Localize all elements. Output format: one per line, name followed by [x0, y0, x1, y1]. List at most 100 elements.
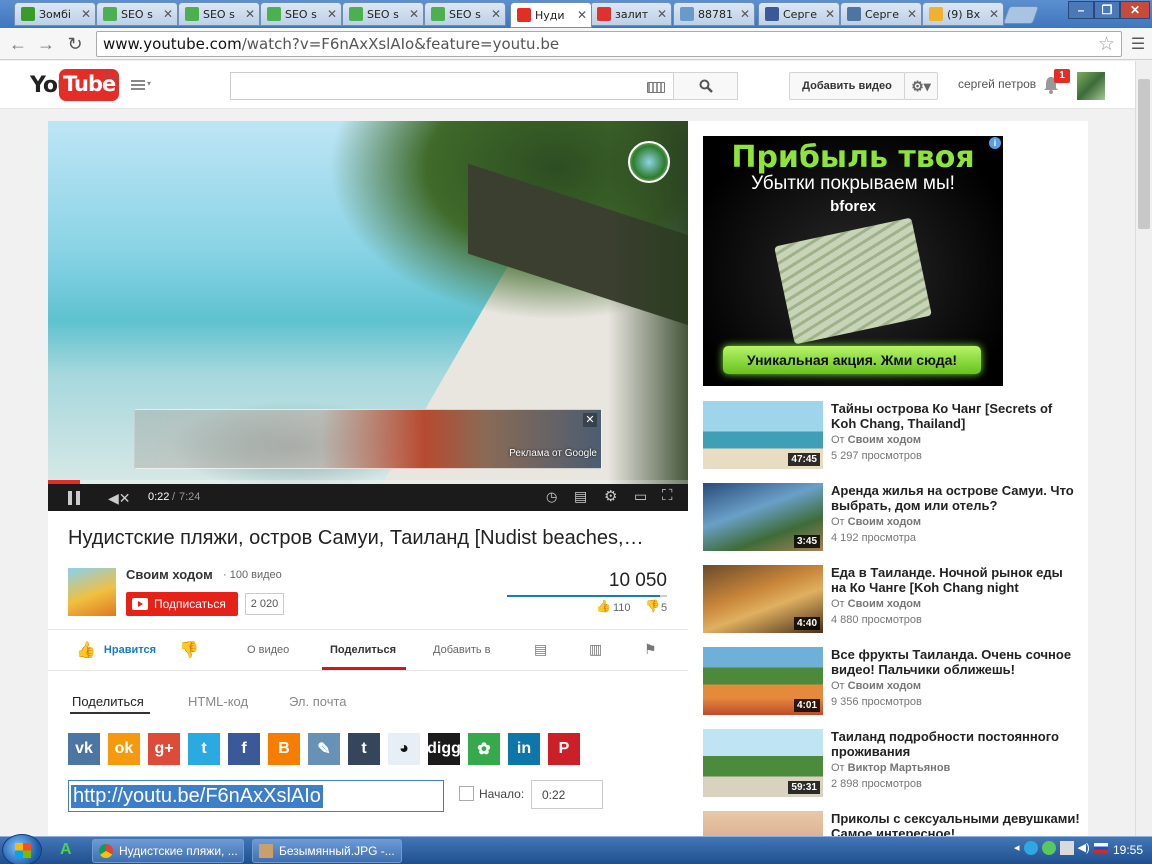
tab-close-icon[interactable]: ✕ [657, 7, 667, 21]
browser-tab[interactable]: залит ✕ [590, 2, 672, 26]
share-twitter-icon[interactable]: t [188, 733, 220, 765]
video-thumbnail[interactable]: 4:40 [703, 565, 823, 633]
subscribe-button[interactable]: Подписаться [126, 592, 238, 616]
related-video-item[interactable]: 47:45 Тайны острова Ко Чанг [Secrets of K… [703, 401, 1083, 469]
browser-tab[interactable]: Серге ✕ [840, 2, 922, 26]
thumbs-down-icon[interactable]: 👎 [179, 640, 199, 660]
channel-avatar[interactable] [68, 568, 116, 616]
tab-close-icon[interactable]: ✕ [81, 7, 91, 21]
transcript-icon[interactable]: ▤ [534, 641, 547, 658]
video-thumbnail[interactable]: 3:45 [703, 483, 823, 551]
page-scrollbar[interactable] [1135, 61, 1152, 836]
share-subtab-share[interactable]: Поделиться [72, 694, 144, 709]
tab-close-icon[interactable]: ✕ [409, 7, 419, 21]
share-url[interactable]: http://youtu.be/F6nAxXslAIo [71, 784, 323, 808]
taskbar-item-chrome[interactable]: Нудистские пляжи, ... [92, 839, 244, 863]
guide-menu-icon[interactable] [131, 80, 145, 90]
related-video-title[interactable]: Таиланд подробности постоянного проживан… [831, 729, 1081, 759]
browser-tab[interactable]: Зомбі ✕ [14, 2, 96, 26]
upload-button[interactable]: Добавить видео [789, 72, 905, 100]
related-channel-name[interactable]: Своим ходом [848, 680, 921, 692]
tray-app-icon[interactable] [1041, 841, 1056, 855]
forward-button[interactable]: → [34, 33, 58, 55]
user-name[interactable]: сергей петров [958, 77, 1036, 91]
watch-later-icon[interactable]: ◷ [546, 489, 557, 505]
taskbar-item-paint[interactable]: Безымянный.JPG -... [252, 839, 402, 863]
share-blogger-icon[interactable]: B [268, 733, 300, 765]
share-mixi-icon[interactable]: ✿ [468, 733, 500, 765]
share-odnoklassniki-icon[interactable]: ok [108, 733, 140, 765]
tab-add-to[interactable]: Добавить в [433, 644, 491, 656]
channel-video-count[interactable]: · 100 видео [223, 569, 282, 581]
gear-icon[interactable]: ⚙ [604, 487, 617, 505]
browser-tab[interactable]: SEO s ✕ [178, 2, 260, 26]
browser-tab[interactable]: 88781 ✕ [673, 2, 755, 26]
captions-icon[interactable]: ▤ [574, 488, 587, 505]
network-icon[interactable] [1059, 841, 1074, 855]
share-livejournal-icon[interactable]: ✎ [308, 733, 340, 765]
channel-watermark[interactable] [628, 141, 670, 183]
mute-button[interactable]: ◀✕ [108, 490, 131, 507]
tab-close-icon[interactable]: ✕ [491, 7, 501, 21]
minimize-button[interactable]: – [1068, 1, 1094, 19]
related-video-title[interactable]: Все фрукты Таиланда. Очень сочное видео!… [831, 647, 1081, 677]
tab-close-icon[interactable]: ✕ [327, 7, 337, 21]
tray-arrow-icon[interactable]: ◂ [1014, 841, 1020, 861]
tab-close-icon[interactable]: ✕ [163, 7, 173, 21]
avatar[interactable] [1077, 72, 1105, 100]
share-digg-icon[interactable]: digg [427, 733, 461, 765]
share-url-field[interactable]: http://youtu.be/F6nAxXslAIo [68, 780, 444, 812]
related-channel-name[interactable]: Своим ходом [848, 516, 921, 528]
start-button[interactable] [2, 834, 42, 864]
related-video-title[interactable]: Еда в Таиланде. Ночной рынок еды на Ко Ч… [831, 565, 1081, 595]
dislike-count-icon[interactable]: 👎 [645, 599, 660, 613]
browser-tab[interactable]: SEO s ✕ [260, 2, 342, 26]
new-tab-button[interactable] [1002, 6, 1040, 24]
fullscreen-icon[interactable]: ⛶ [662, 487, 673, 504]
tab-close-icon[interactable]: ✕ [577, 8, 587, 22]
share-tumblr-icon[interactable]: t [348, 733, 380, 765]
back-button[interactable]: ← [6, 33, 30, 55]
share-pinterest-icon[interactable]: P [548, 733, 580, 765]
tab-share[interactable]: Поделиться [330, 644, 396, 656]
flag-icon[interactable]: ⚑ [644, 641, 657, 658]
share-google-plus-icon[interactable]: g+ [148, 733, 180, 765]
tab-about[interactable]: О видео [247, 644, 289, 656]
pause-button[interactable] [68, 491, 82, 505]
tray-app-icon[interactable] [1023, 841, 1038, 855]
ad-banner[interactable]: i Прибыль твоя Убытки покрываем мы! bfor… [703, 136, 1003, 386]
share-linkedin-icon[interactable]: in [508, 733, 540, 765]
related-channel-name[interactable]: Своим ходом [848, 598, 921, 610]
browser-tab[interactable]: Серге ✕ [758, 2, 840, 26]
overlay-close-icon[interactable]: ✕ [583, 413, 597, 427]
video-thumbnail[interactable]: 59:31 [703, 729, 823, 797]
maximize-button[interactable]: ❐ [1094, 1, 1120, 19]
start-time-checkbox[interactable] [459, 786, 474, 801]
overlay-ad[interactable]: Реклама от Google ✕ [134, 409, 602, 469]
reload-button[interactable]: ↻ [63, 33, 87, 55]
star-icon[interactable]: ☆ [1098, 33, 1115, 55]
stats-icon[interactable]: ▥ [589, 641, 602, 658]
language-flag-icon[interactable] [1093, 843, 1108, 853]
start-time-input[interactable]: 0:22 [531, 780, 603, 809]
search-button[interactable] [673, 72, 738, 100]
related-video-item[interactable]: 3:45 Аренда жилья на острове Самуи. Что в… [703, 483, 1083, 551]
related-channel-name[interactable]: Виктор Мартьянов [848, 762, 951, 774]
scrollbar-thumb[interactable] [1138, 79, 1150, 229]
browser-tab[interactable]: SEO s ✕ [342, 2, 424, 26]
guide-chevron-icon[interactable]: ▾ [147, 79, 151, 88]
browser-tab[interactable]: (9) Вх ✕ [922, 2, 1004, 26]
channel-name[interactable]: Своим ходом [126, 567, 213, 582]
related-video-title[interactable]: Тайны острова Ко Чанг [Secrets of Koh Ch… [831, 401, 1081, 431]
browser-tab[interactable]: Нуди ✕ [510, 2, 592, 28]
browser-tab[interactable]: SEO s ✕ [424, 2, 506, 26]
address-bar[interactable]: www.youtube.com/watch?v=F6nAxXslAIo&feat… [96, 31, 1122, 57]
window-close-button[interactable]: ✕ [1120, 1, 1150, 19]
video-thumbnail[interactable]: 47:45 [703, 401, 823, 469]
share-reddit-icon[interactable]: ◕ [388, 733, 420, 765]
like-count-icon[interactable]: 👍 [596, 599, 611, 613]
tab-close-icon[interactable]: ✕ [245, 7, 255, 21]
video-thumbnail[interactable]: 4:01 [703, 647, 823, 715]
browser-tab[interactable]: SEO s ✕ [96, 2, 178, 26]
volume-icon[interactable]: ◀) [1078, 841, 1090, 861]
